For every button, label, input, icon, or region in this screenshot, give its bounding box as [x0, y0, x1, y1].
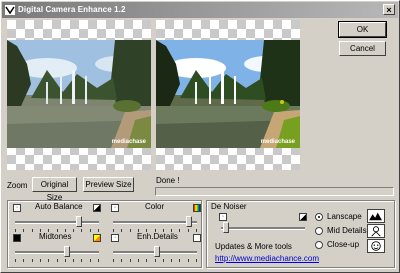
mediachance-link[interactable]: http://www.mediachance.com [215, 254, 319, 263]
denoiser-slider[interactable] [223, 222, 230, 233]
tick-mark [15, 229, 16, 232]
enh-details-ticks [113, 259, 197, 262]
color-slider[interactable] [185, 216, 192, 227]
original-size-button[interactable]: Original Size [32, 177, 77, 202]
close-up-icon [367, 239, 385, 253]
midtones-icon [93, 234, 101, 242]
tick-mark [48, 259, 49, 262]
radio-lanscape[interactable] [315, 213, 323, 221]
denoiser-track [221, 227, 305, 230]
mid-details-icon [367, 224, 385, 238]
tick-mark [138, 259, 139, 262]
tick-mark [15, 259, 16, 262]
zoom-label: Zoom [7, 181, 28, 190]
title-bar: Digital Camera Enhance 1.2 × [2, 2, 398, 18]
tick-mark [113, 259, 114, 262]
tick-mark [196, 229, 197, 232]
midtones-label: Midtones [39, 232, 72, 241]
watermark-left: mediachase [111, 139, 146, 145]
enh-details-icon [193, 234, 201, 242]
tick-mark [179, 229, 180, 232]
tick-mark [73, 229, 74, 232]
tick-mark [32, 259, 33, 262]
enhanced-preview: mediachase [156, 20, 300, 170]
main-window: Digital Camera Enhance 1.2 × mediachase [0, 0, 400, 273]
tick-mark [23, 229, 24, 232]
tick-mark [130, 259, 131, 262]
original-preview: mediachase [7, 20, 151, 170]
tick-mark [113, 229, 114, 232]
close-icon: × [386, 5, 392, 15]
tick-mark [98, 229, 99, 232]
enh-details-reset-button[interactable]: · [111, 234, 119, 242]
tick-mark [23, 259, 24, 262]
tick-mark [32, 229, 33, 232]
close-button[interactable]: × [383, 4, 395, 15]
cancel-button[interactable]: Cancel [339, 41, 386, 56]
status-text: Done ! [156, 176, 180, 185]
app-icon [5, 5, 15, 15]
enhanced-image [156, 40, 300, 148]
radio-lanscape-label: Lanscape [327, 212, 362, 221]
denoiser-reset-button[interactable]: · [219, 213, 227, 221]
tick-mark [57, 259, 58, 262]
denoiser-icon [299, 213, 307, 221]
tick-mark [188, 259, 189, 262]
landscape-icon [367, 209, 385, 223]
tick-mark [90, 259, 91, 262]
tick-mark [81, 259, 82, 262]
radio-close-up[interactable] [315, 241, 323, 249]
updates-label: Updates & More tools [215, 242, 292, 251]
midtones-track [15, 251, 99, 254]
enh-details-label: Enh.Details [137, 232, 178, 241]
preview-size-button[interactable]: Preview Size [83, 177, 134, 192]
tick-mark [121, 259, 122, 262]
tick-mark [121, 229, 122, 232]
tick-mark [146, 259, 147, 262]
radio-mid-details-label: Mid Details [327, 226, 367, 235]
tick-mark [81, 229, 82, 232]
tick-mark [130, 229, 131, 232]
tick-mark [73, 259, 74, 262]
color-track [113, 221, 197, 224]
original-image [7, 40, 151, 148]
auto-balance-slider[interactable] [75, 216, 82, 227]
enh-details-slider[interactable] [154, 246, 161, 257]
denoiser-label: De Noiser [211, 202, 247, 211]
tick-mark [171, 259, 172, 262]
tick-mark [155, 259, 156, 262]
midtones-reset-button[interactable] [13, 234, 21, 242]
tick-mark [163, 259, 164, 262]
color-icon [193, 204, 201, 212]
midtones-ticks [15, 259, 99, 262]
tick-mark [90, 229, 91, 232]
tick-mark [98, 259, 99, 262]
progress-bar [155, 187, 394, 196]
auto-balance-icon [93, 204, 101, 212]
watermark-right: mediachase [260, 139, 295, 145]
tick-mark [196, 259, 197, 262]
radio-close-up-label: Close-up [327, 240, 360, 249]
tick-mark [179, 259, 180, 262]
window-title: Digital Camera Enhance 1.2 [18, 5, 126, 14]
auto-balance-track [15, 221, 99, 224]
radio-mid-details[interactable] [315, 227, 323, 235]
midtones-slider[interactable] [64, 246, 71, 257]
auto-balance-reset-button[interactable]: · [13, 204, 21, 212]
tick-mark [188, 229, 189, 232]
tick-mark [40, 259, 41, 262]
tick-mark [65, 259, 66, 262]
color-label: Color [145, 202, 165, 211]
ok-button[interactable]: OK [338, 21, 387, 38]
auto-balance-label: Auto Balance [35, 202, 83, 211]
color-reset-button[interactable]: · [111, 204, 119, 212]
